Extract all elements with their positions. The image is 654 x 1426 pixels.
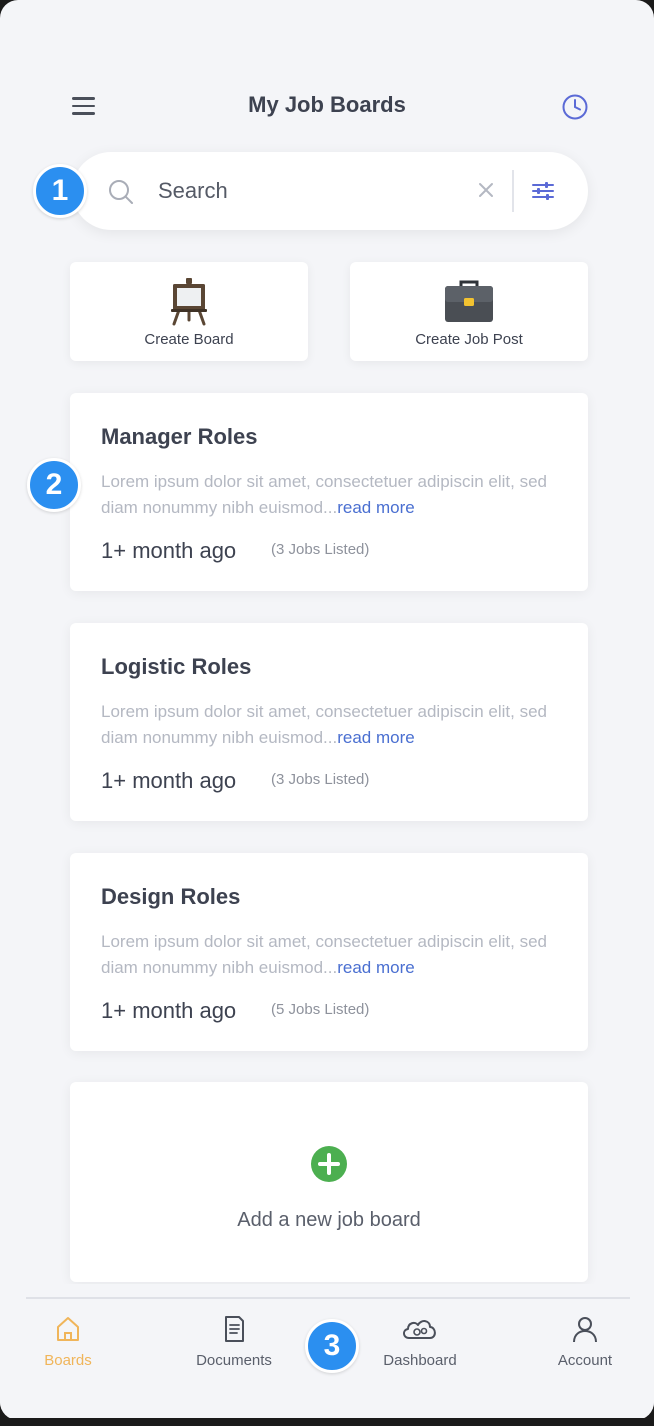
nav-label: Boards <box>44 1352 92 1369</box>
home-icon <box>57 1317 79 1341</box>
board-description-text: Lorem ipsum dolor sit amet, consectetuer… <box>101 932 547 977</box>
header: My Job Boards <box>0 78 654 134</box>
board-description: Lorem ipsum dolor sit amet, consectetuer… <box>101 929 561 981</box>
document-icon <box>225 1316 244 1342</box>
easel-icon <box>171 278 207 326</box>
create-board-button[interactable]: Create Board <box>70 262 308 361</box>
filter-icon[interactable] <box>528 176 558 206</box>
read-more-link[interactable]: read more <box>337 728 414 747</box>
board-card-design-roles[interactable]: Design Roles Lorem ipsum dolor sit amet,… <box>70 853 588 1051</box>
board-job-count: (3 Jobs Listed) <box>271 541 370 558</box>
user-icon <box>573 1317 597 1343</box>
read-more-link[interactable]: read more <box>337 958 414 977</box>
board-title: Logistic Roles <box>101 654 252 679</box>
bottom-nav: Boards Documents Dashboard Account 3 <box>0 1284 654 1420</box>
briefcase-icon <box>445 280 493 322</box>
nav-item-dashboard[interactable]: Dashboard <box>365 1314 475 1374</box>
nav-divider <box>26 1297 630 1299</box>
app-screen: My Job Boards 1 <box>0 0 654 1420</box>
board-description-text: Lorem ipsum dolor sit amet, consectetuer… <box>101 702 547 747</box>
board-description: Lorem ipsum dolor sit amet, consectetuer… <box>101 469 561 521</box>
create-job-post-label: Create Job Post <box>415 331 523 348</box>
nav-label: Dashboard <box>383 1352 457 1369</box>
search-icon <box>109 180 133 204</box>
annotation-badge-1: 1 <box>33 164 87 218</box>
bottom-edge <box>0 1418 654 1426</box>
board-card-manager-roles[interactable]: Manager Roles Lorem ipsum dolor sit amet… <box>70 393 588 591</box>
nav-item-account[interactable]: Account <box>530 1314 640 1374</box>
nav-item-documents[interactable]: Documents <box>179 1314 289 1374</box>
annotation-badge-2: 2 <box>27 458 81 512</box>
board-title: Manager Roles <box>101 424 258 449</box>
board-card-logistic-roles[interactable]: Logistic Roles Lorem ipsum dolor sit ame… <box>70 623 588 821</box>
plus-circle-icon <box>311 1146 347 1182</box>
add-job-board-label: Add a new job board <box>237 1209 421 1231</box>
clear-icon[interactable] <box>474 178 498 202</box>
page-title: My Job Boards <box>248 92 406 117</box>
create-board-label: Create Board <box>144 331 234 348</box>
board-timestamp: 1+ month ago <box>101 998 237 1023</box>
board-timestamp: 1+ month ago <box>101 768 237 793</box>
board-job-count: (5 Jobs Listed) <box>271 1001 370 1018</box>
search-bar <box>72 152 588 230</box>
board-timestamp: 1+ month ago <box>101 538 237 563</box>
search-divider <box>512 170 514 212</box>
nav-label: Account <box>557 1352 613 1369</box>
history-icon[interactable] <box>558 90 592 124</box>
search-input[interactable] <box>158 174 458 208</box>
board-description: Lorem ipsum dolor sit amet, consectetuer… <box>101 699 561 751</box>
board-title: Design Roles <box>101 884 241 909</box>
board-description-text: Lorem ipsum dolor sit amet, consectetuer… <box>101 472 547 517</box>
nav-label: Documents <box>196 1352 272 1369</box>
annotation-badge-3: 3 <box>305 1319 359 1373</box>
read-more-link[interactable]: read more <box>337 498 414 517</box>
create-job-post-button[interactable]: Create Job Post <box>350 262 588 361</box>
nav-item-boards[interactable]: Boards <box>13 1314 123 1374</box>
add-job-board-button[interactable]: Add a new job board <box>70 1082 588 1282</box>
cloud-icon <box>403 1320 436 1339</box>
board-job-count: (3 Jobs Listed) <box>271 771 370 788</box>
